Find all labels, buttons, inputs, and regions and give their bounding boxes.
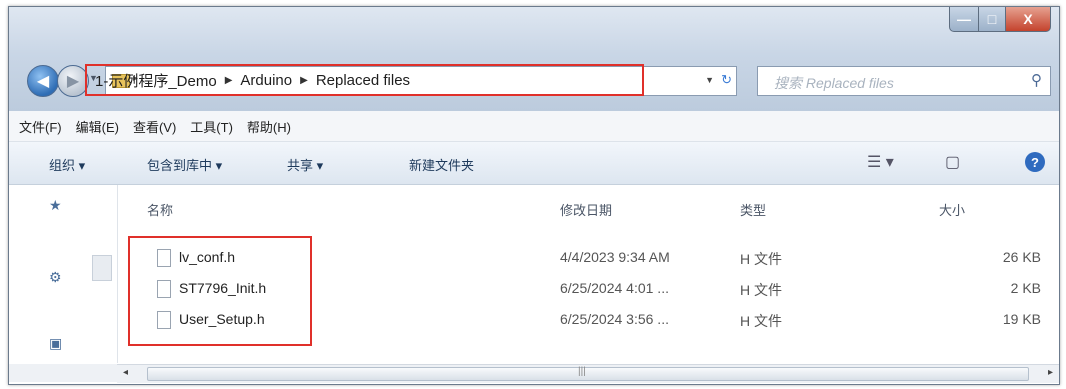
search-input[interactable]: 搜索 Replaced files ⚲: [757, 66, 1051, 96]
network-icon[interactable]: ⚙: [49, 269, 62, 286]
file-type: H 文件: [740, 313, 782, 329]
window-controls: — □ X: [949, 7, 1051, 35]
computer-icon[interactable]: ▣: [49, 335, 62, 352]
arrow-left-icon: ◀: [36, 73, 50, 90]
minimize-button[interactable]: —: [949, 7, 979, 32]
scrollbar-thumb[interactable]: |||: [147, 366, 1029, 381]
favorites-icon[interactable]: ★: [49, 197, 62, 214]
view-options-icon[interactable]: ☰ ▾: [867, 152, 894, 172]
breadcrumb-item[interactable]: Replaced files: [316, 72, 410, 89]
menu-help[interactable]: 帮助(H): [247, 117, 291, 136]
maximize-button[interactable]: □: [979, 7, 1006, 32]
nav-pane-footer: [9, 364, 117, 382]
title-bar: — □ X ◀ ▶ ▼ ▸ ▼ ↻ 1-示例程序_Demo ▶ Arduino …: [9, 7, 1059, 111]
back-button[interactable]: ◀: [27, 65, 59, 97]
column-type[interactable]: 类型: [740, 200, 766, 219]
horizontal-scrollbar[interactable]: ◂ ||| ▸: [117, 364, 1059, 383]
navigation-pane: ★ ⚙ ▣: [9, 185, 118, 363]
file-size: 26 KB: [1002, 249, 1041, 265]
command-bar: 组织 ▾ 包含到库中 ▾ 共享 ▾ 新建文件夹 ☰ ▾ ▢ ?: [9, 142, 1059, 185]
include-in-library-button[interactable]: 包含到库中 ▾: [147, 155, 222, 174]
breadcrumb-item[interactable]: Arduino: [240, 72, 292, 89]
search-icon[interactable]: ⚲: [1031, 71, 1042, 89]
organize-button[interactable]: 组织 ▾: [49, 155, 85, 174]
file-date: 6/25/2024 4:01 ...: [560, 280, 669, 296]
file-size: 2 KB: [1010, 280, 1041, 296]
refresh-icon[interactable]: ↻: [721, 72, 732, 88]
file-date: 4/4/2023 9:34 AM: [560, 249, 670, 265]
file-type: H 文件: [740, 251, 782, 267]
search-placeholder: 搜索 Replaced files: [774, 75, 894, 91]
file-date: 6/25/2024 3:56 ...: [560, 311, 669, 327]
menu-tools[interactable]: 工具(T): [190, 117, 233, 136]
chevron-right-icon[interactable]: ▶: [225, 75, 233, 86]
nav-pane-scrollbar[interactable]: [92, 255, 112, 281]
grip-icon: |||: [578, 366, 586, 377]
highlight-box-files: [128, 236, 312, 346]
chevron-right-icon[interactable]: ▶: [300, 75, 308, 86]
close-button[interactable]: X: [1006, 7, 1051, 32]
file-size: 19 KB: [1002, 311, 1041, 327]
menu-edit[interactable]: 编辑(E): [76, 117, 119, 136]
column-size[interactable]: 大小: [939, 200, 965, 219]
breadcrumb-item[interactable]: 1-示例程序_Demo: [95, 70, 217, 91]
address-dropdown-button[interactable]: ▼: [705, 75, 714, 85]
preview-pane-icon[interactable]: ▢: [945, 152, 960, 172]
scroll-left-icon[interactable]: ◂: [123, 367, 128, 378]
scroll-right-icon[interactable]: ▸: [1048, 367, 1053, 378]
menu-file[interactable]: 文件(F): [19, 117, 62, 136]
column-name[interactable]: 名称: [147, 200, 173, 219]
new-folder-button[interactable]: 新建文件夹: [409, 155, 474, 174]
column-headers: 名称 修改日期 类型 大小: [117, 185, 1059, 229]
share-button[interactable]: 共享 ▾: [287, 155, 323, 174]
breadcrumb: 1-示例程序_Demo ▶ Arduino ▶ Replaced files: [85, 64, 644, 96]
arrow-right-icon: ▶: [66, 73, 80, 90]
menu-view[interactable]: 查看(V): [133, 117, 176, 136]
help-icon[interactable]: ?: [1025, 152, 1045, 172]
column-date-modified[interactable]: 修改日期: [560, 200, 612, 219]
file-type: H 文件: [740, 282, 782, 298]
menu-bar: 文件(F) 编辑(E) 查看(V) 工具(T) 帮助(H): [9, 111, 1059, 142]
